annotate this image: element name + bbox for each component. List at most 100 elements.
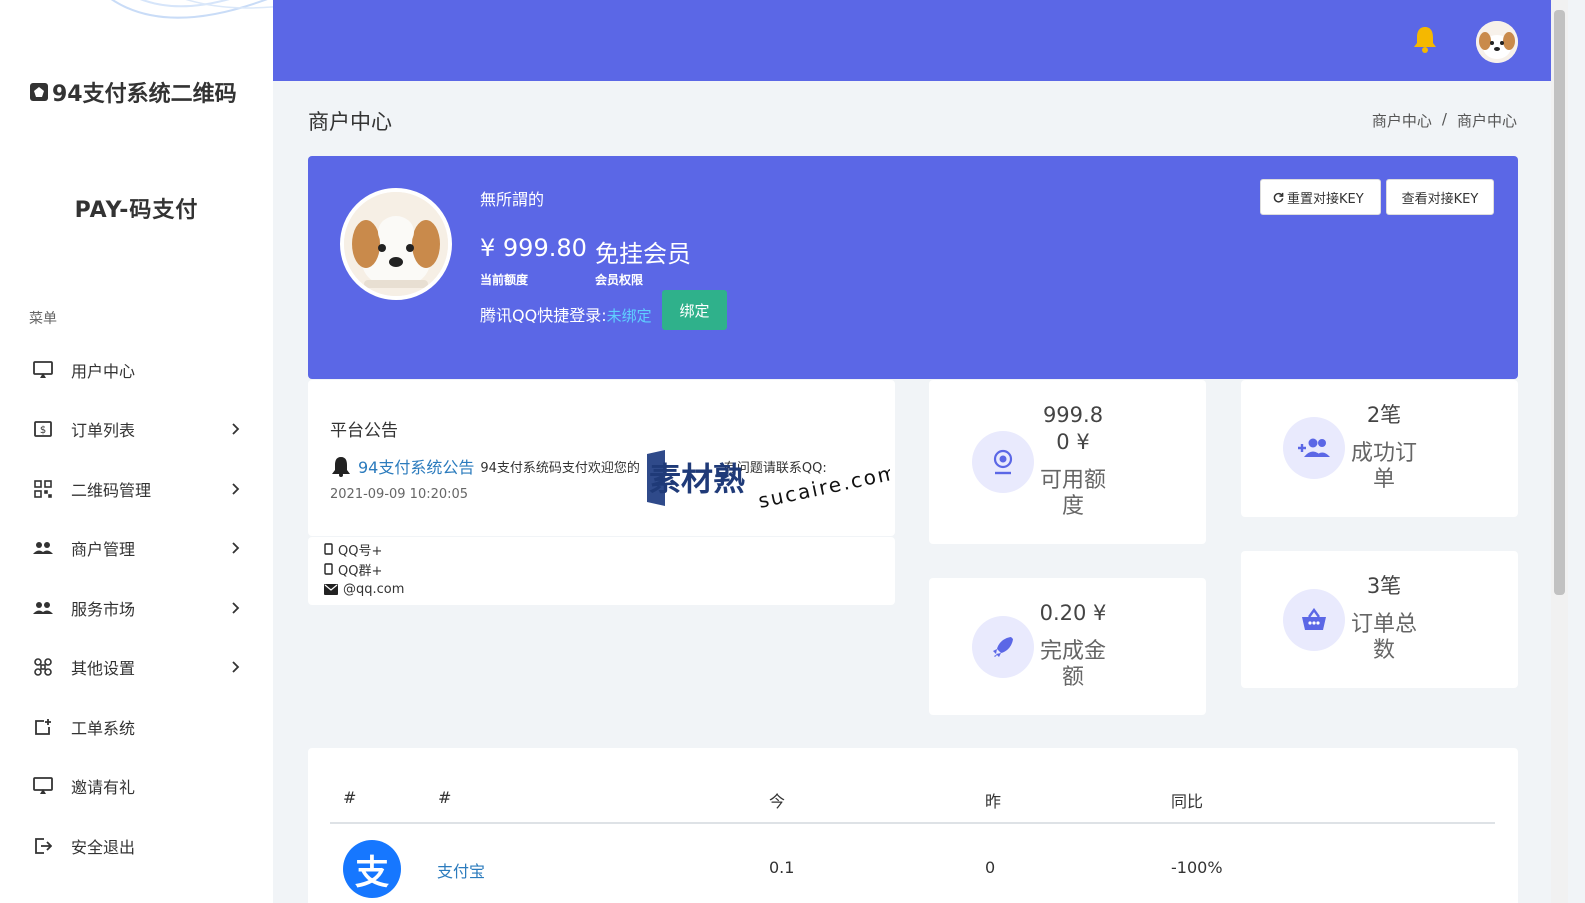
chevron-right-icon (232, 423, 240, 435)
right-gutter (1568, 0, 1585, 903)
contact-email-text: @qq.com (343, 581, 405, 597)
bell-icon[interactable] (1411, 24, 1439, 54)
sidebar-item-order-list[interactable]: $ 订单列表 (0, 400, 273, 460)
contact-card: QQ号+ QQ群+ @qq.com (308, 537, 895, 605)
user-plus-icon (1283, 417, 1345, 479)
channel-table: # # 今 昨 同比 支 支付宝 0.1 0 -100% (308, 748, 1518, 903)
sidebar-item-label: 用户中心 (71, 361, 136, 381)
chevron-right-icon (232, 483, 240, 495)
breadcrumb: 商户中心 / 商户中心 (1372, 110, 1517, 131)
reset-key-button[interactable]: 重置对接KEY (1260, 179, 1381, 215)
stat-success-orders-text: 2笔 成功订 单 (1341, 402, 1427, 493)
user-avatar[interactable] (1476, 21, 1518, 63)
brand-title: 94支付系统二维码 (52, 82, 237, 107)
chevron-right-icon (232, 602, 240, 614)
users-icon (33, 598, 53, 618)
contact-qq-text: QQ号+ (338, 543, 383, 559)
stat-card-available: 999.8 0 ¥ 可用额 度 (929, 380, 1206, 544)
qq-status-link[interactable]: 未绑定 (607, 307, 652, 325)
profile-card: 無所謂的 ¥ 999.80 当前额度 免挂会员 会员权限 腾讯QQ快捷登录:未绑… (308, 156, 1518, 379)
stat-value: 999.8 (1042, 403, 1104, 427)
add-box-icon (33, 717, 53, 737)
stat-total-orders-text: 3笔 订单总 数 (1341, 573, 1427, 664)
view-key-label: 查看对接KEY (1401, 191, 1479, 207)
bell-icon (332, 457, 350, 477)
command-icon (33, 657, 53, 677)
dog-avatar-icon (1476, 21, 1518, 63)
logout-icon (33, 836, 53, 856)
stat-card-completed-amount: 0.20 ¥ 完成金 额 (929, 578, 1206, 715)
breadcrumb-item-current: 商户中心 (1456, 112, 1517, 130)
sidebar-item-qrcode-manage[interactable]: 二维码管理 (0, 459, 273, 519)
notice-card: 平台公告 94支付系统公告 94支付系统码支付欢迎您的 有问题请联系QQ: 20… (308, 380, 895, 536)
stat-completed-amount-text: 0.20 ¥ 完成金 额 (1029, 600, 1117, 691)
phone-icon (324, 543, 333, 555)
stat-label: 可用额 (1039, 468, 1106, 493)
table-header: 今 (769, 792, 786, 811)
alipay-icon: 支 (343, 840, 401, 898)
dollar-box-icon: $ (33, 419, 53, 439)
sidebar-item-other-settings[interactable]: 其他设置 (0, 638, 273, 698)
envelope-icon (324, 583, 338, 595)
table-cell-ratio: -100% (1171, 858, 1223, 877)
monitor-icon (33, 776, 53, 796)
sidebar-item-label: 邀请有礼 (71, 778, 136, 798)
table-cell-name[interactable]: 支付宝 (437, 858, 485, 882)
sidebar-item-label: 工单系统 (71, 718, 136, 738)
notice-text: 94支付系统码支付欢迎您的 (480, 460, 640, 476)
profile-balance: ¥ 999.80 (480, 234, 587, 262)
stat-value: 0.20 ¥ (1039, 601, 1107, 625)
stat-available-text: 999.8 0 ¥ 可用额 度 (1029, 402, 1117, 520)
table-header: 昨 (985, 792, 1002, 811)
contact-qq: QQ号+ (324, 539, 895, 559)
dog-avatar-icon (344, 192, 448, 296)
stat-label: 度 (1061, 494, 1084, 519)
profile-balance-label: 当前额度 (480, 273, 529, 287)
sidebar-item-label: 订单列表 (71, 421, 136, 441)
stat-label: 成功订 (1350, 441, 1417, 466)
stat-value: 3笔 (1366, 574, 1402, 598)
table-header: # (438, 788, 452, 807)
breadcrumb-item[interactable]: 商户中心 (1372, 110, 1432, 131)
sidebar-item-user-center[interactable]: 用户中心 (0, 340, 273, 400)
table-header: 同比 (1171, 792, 1204, 811)
notice-row: 94支付系统公告 94支付系统码支付欢迎您的 有问题请联系QQ: (330, 454, 827, 478)
sidebar-menu: 用户中心 $ 订单列表 二维码管理 商户管理 服务市场 其他设置 工单系统 邀请… (0, 340, 273, 876)
table-header: # (343, 788, 357, 807)
notice-link[interactable]: 94支付系统公告 (358, 454, 474, 478)
sidebar-item-label: 服务市场 (71, 599, 136, 619)
rocket-icon (972, 616, 1034, 678)
profile-avatar (340, 188, 452, 300)
chevron-right-icon (232, 661, 240, 673)
stat-card-total-orders: 3笔 订单总 数 (1241, 551, 1518, 688)
brand-subtitle: PAY-码支付 (74, 198, 199, 223)
sidebar-item-label: 其他设置 (71, 659, 136, 679)
sidebar-item-invite[interactable]: 邀请有礼 (0, 757, 273, 817)
breadcrumb-separator: / (1441, 110, 1447, 128)
sidebar-item-logout[interactable]: 安全退出 (0, 816, 273, 876)
qq-login-row: 腾讯QQ快捷登录:未绑定 (480, 302, 652, 326)
notice-time: 2021-09-09 10:20:05 (330, 487, 469, 502)
contact-email: @qq.com (324, 579, 895, 599)
stat-card-success-orders: 2笔 成功订 单 (1241, 380, 1518, 517)
bind-qq-button[interactable]: 绑定 (662, 290, 727, 330)
monitor-icon (33, 360, 53, 380)
stat-value: 2笔 (1366, 403, 1402, 427)
view-key-button[interactable]: 查看对接KEY (1386, 179, 1494, 215)
sidebar-item-label: 安全退出 (71, 837, 136, 857)
basket-icon (1283, 589, 1345, 651)
brand-logo[interactable]: 94支付系统二维码 (30, 76, 237, 108)
sidebar-item-ticket-system[interactable]: 工单系统 (0, 697, 273, 757)
stat-label: 单 (1372, 467, 1395, 492)
chevron-right-icon (232, 542, 240, 554)
sidebar-item-service-market[interactable]: 服务市场 (0, 578, 273, 638)
notice-text-tail: 有问题请联系QQ: (723, 460, 827, 476)
sidebar-item-label: 商户管理 (71, 540, 136, 560)
sidebar-item-merchant-manage[interactable]: 商户管理 (0, 519, 273, 579)
sidebar: 94支付系统二维码 PAY-码支付 菜单 用户中心 $ 订单列表 二维码管理 商… (0, 0, 273, 903)
menu-title: 菜单 (29, 311, 57, 327)
scrollbar-thumb[interactable] (1554, 10, 1565, 595)
qq-login-label: 腾讯QQ快捷登录: (480, 306, 607, 325)
sidebar-item-label: 二维码管理 (71, 480, 152, 500)
notice-title: 平台公告 (330, 421, 398, 441)
